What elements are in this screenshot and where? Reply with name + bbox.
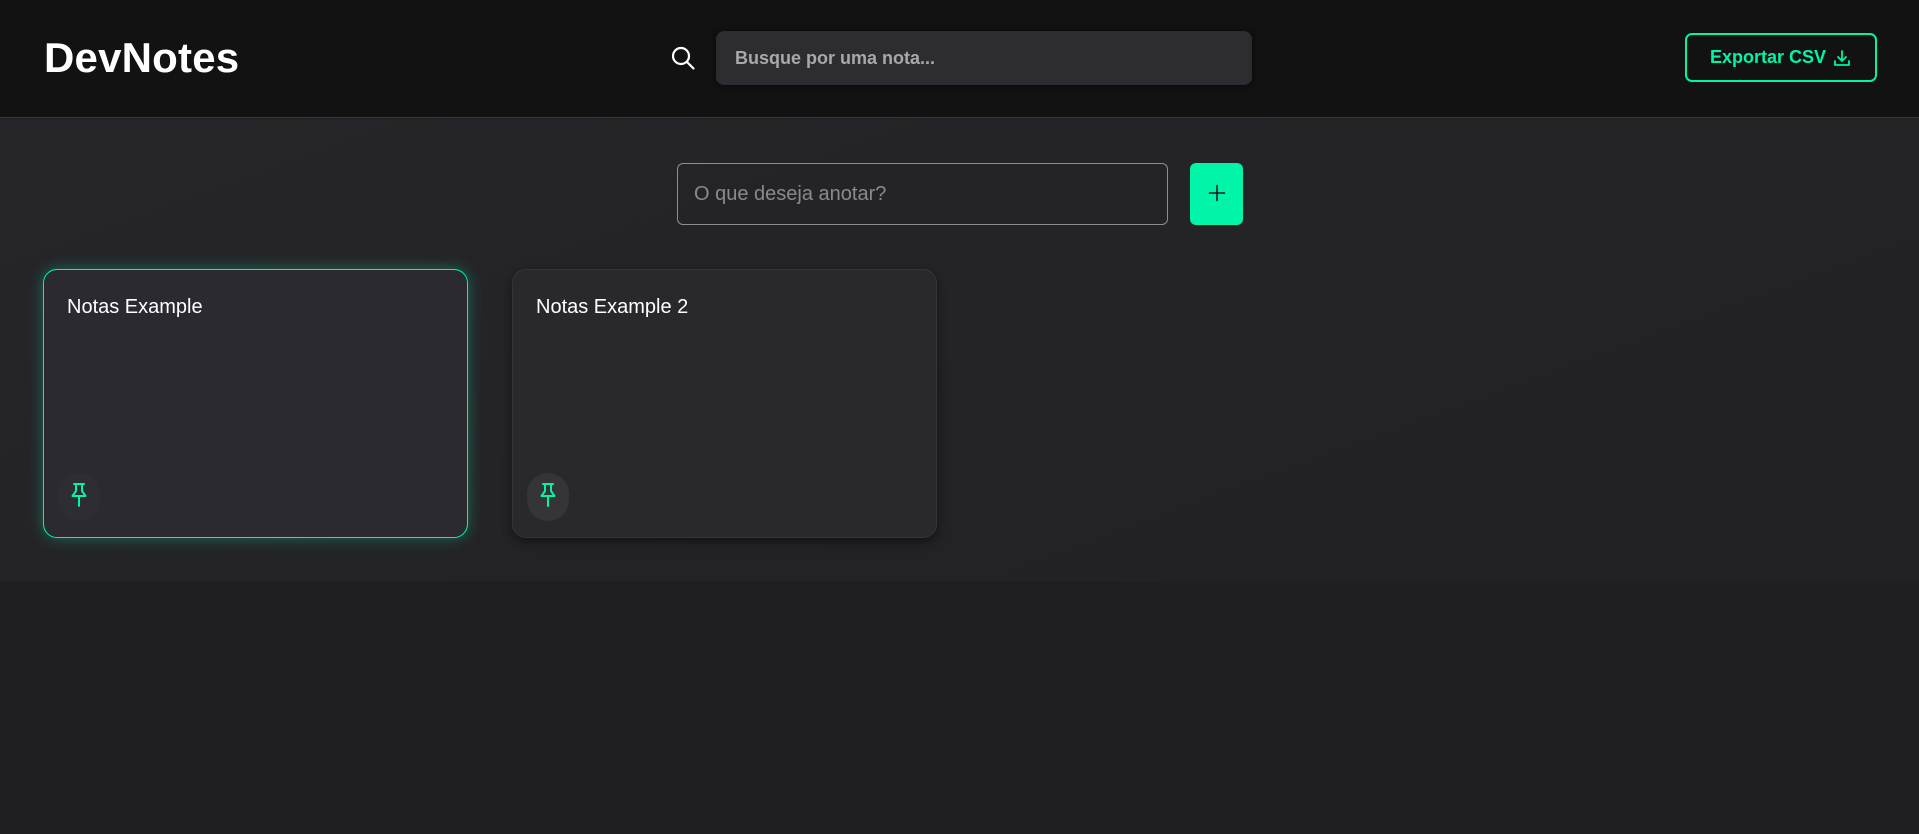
pin-button[interactable] bbox=[58, 473, 100, 521]
pin-button[interactable] bbox=[527, 473, 569, 521]
pin-icon bbox=[537, 481, 559, 514]
top-header: DevNotes Exportar CSV bbox=[0, 0, 1919, 118]
note-title: Notas Example 2 bbox=[536, 296, 689, 318]
search-icon[interactable] bbox=[669, 44, 697, 72]
note-title: Notas Example bbox=[67, 296, 203, 318]
note-card[interactable]: Notas Example 2 bbox=[512, 269, 937, 538]
new-note-input[interactable] bbox=[677, 163, 1168, 225]
export-csv-label: Exportar CSV bbox=[1709, 47, 1827, 67]
export-csv-button[interactable]: Exportar CSV bbox=[1685, 33, 1877, 82]
plus-icon bbox=[1207, 183, 1227, 206]
download-icon bbox=[1832, 48, 1852, 68]
pin-icon bbox=[68, 481, 90, 514]
search-input[interactable] bbox=[716, 31, 1252, 85]
app-logo: DevNotes bbox=[44, 34, 240, 81]
note-card[interactable]: Notas Example bbox=[43, 269, 468, 538]
notes-area: Notas Example Notas Example 2 bbox=[0, 119, 1919, 581]
add-note-button[interactable] bbox=[1190, 163, 1243, 225]
app-root: DevNotes Exportar CSV bbox=[0, 0, 1919, 834]
